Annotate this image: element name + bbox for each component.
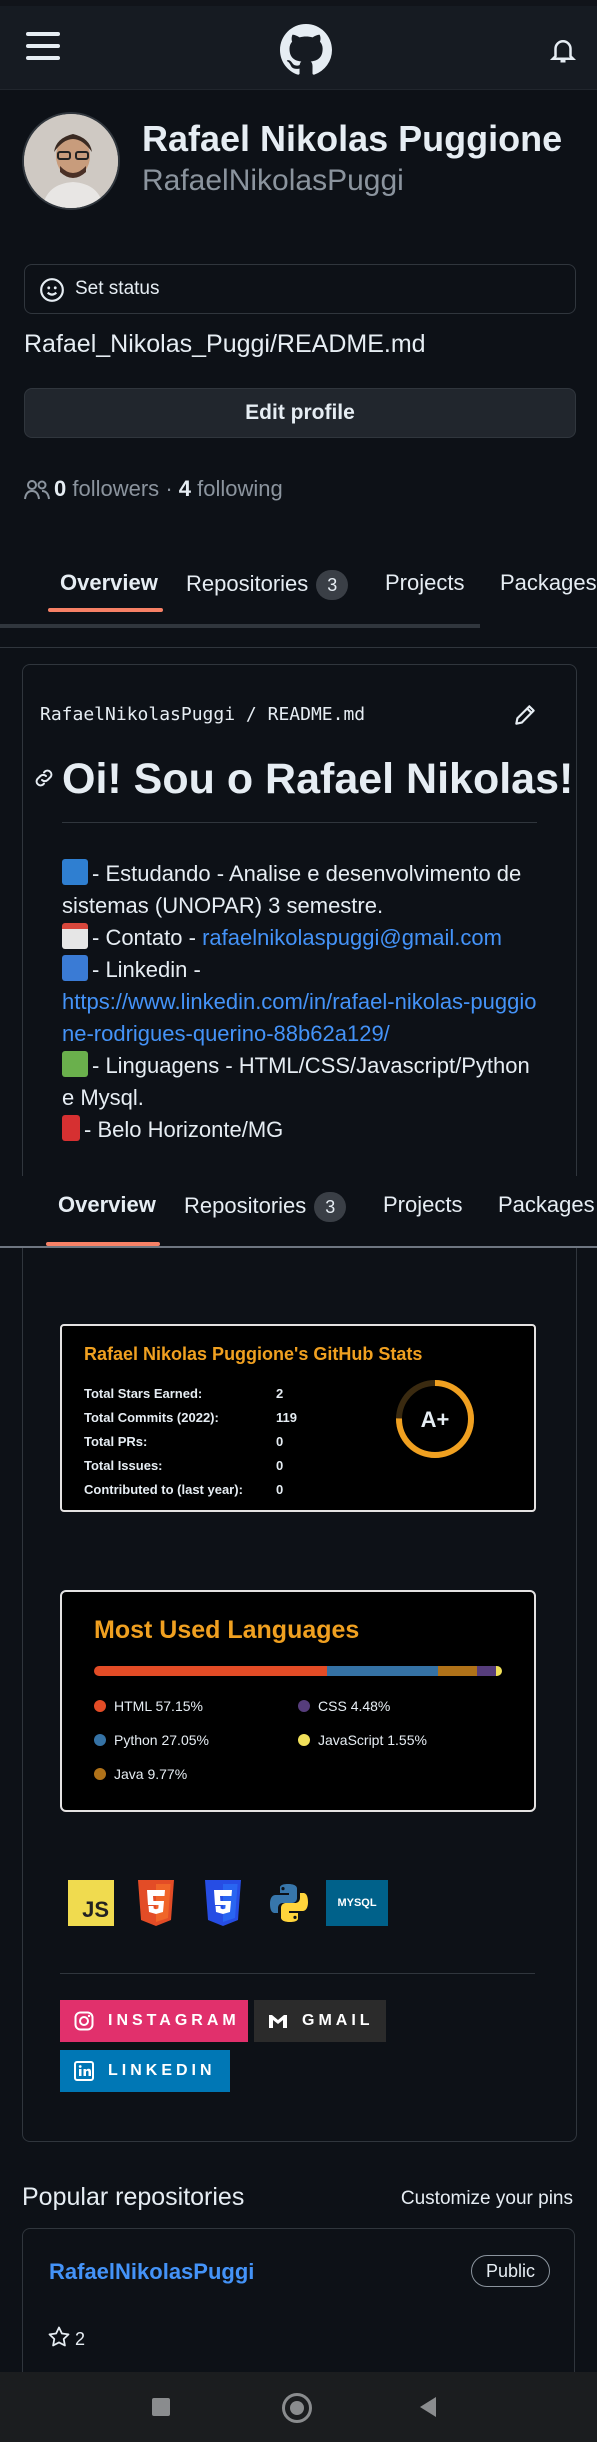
html5-badge-icon xyxy=(138,1880,174,1926)
pencil-icon[interactable] xyxy=(512,702,538,728)
tab-overview[interactable]: Overview xyxy=(60,570,158,596)
github-stats-card: Rafael Nikolas Puggione's GitHub Stats T… xyxy=(60,1324,536,1512)
section-divider xyxy=(60,1973,535,1974)
lang-legend-item: HTML 57.15% xyxy=(94,1698,203,1714)
gmail-icon xyxy=(269,2015,287,2028)
following-link[interactable]: following xyxy=(197,476,283,501)
set-status-button[interactable]: Set status xyxy=(24,264,576,314)
readme-path: Rafael_Nikolas_Puggi/README.md xyxy=(24,330,426,358)
stat-value: 0 xyxy=(276,1434,284,1449)
linkedin-badge[interactable]: LINKEDIN xyxy=(60,2050,230,2092)
lang-bar-html xyxy=(94,1666,328,1676)
mysql-badge-icon: MYSQL xyxy=(326,1880,388,1926)
smiley-icon xyxy=(40,278,64,302)
linkedin-url-link[interactable]: https://www.linkedin.com/in/rafael-nikol… xyxy=(62,989,536,1046)
hamburger-icon[interactable] xyxy=(26,32,60,62)
tab-overview-sticky[interactable]: Overview xyxy=(58,1192,156,1218)
most-used-languages-card: Most Used Languages HTML 57.15% Python 2… xyxy=(60,1590,536,1812)
profile-tabs: Overview Repositories 3 Projects Packages xyxy=(0,548,597,648)
stats-title: Rafael Nikolas Puggione's GitHub Stats xyxy=(84,1344,423,1364)
android-navigation-bar xyxy=(0,2372,597,2442)
set-status-label: Set status xyxy=(75,278,160,299)
red-flag-icon xyxy=(62,1115,80,1141)
readme-heading: Oi! Sou o Rafael Nikolas! xyxy=(62,755,574,803)
lang-bar-python xyxy=(327,1666,438,1676)
active-tab-indicator xyxy=(48,608,163,612)
tab-repositories-sticky[interactable]: Repositories 3 xyxy=(184,1192,347,1222)
tab-packages[interactable]: Packages xyxy=(500,570,597,596)
email-link[interactable]: rafaelnikolaspuggi@gmail.com xyxy=(202,925,502,950)
visibility-badge: Public xyxy=(470,2255,550,2287)
lang-bar-java xyxy=(437,1666,478,1676)
technologist-icon xyxy=(62,1051,88,1077)
popular-repositories-title: Popular repositories xyxy=(22,2183,245,2211)
star-icon xyxy=(48,2326,70,2347)
languages-title: Most Used Languages xyxy=(94,1616,360,1644)
profile-full-name: Rafael Nikolas Puggione xyxy=(142,118,563,159)
followers-link[interactable]: followers xyxy=(72,476,159,501)
instagram-badge[interactable]: INSTAGRAM xyxy=(60,2000,248,2042)
home-button[interactable] xyxy=(282,2393,312,2423)
python-badge-icon xyxy=(270,1884,308,1922)
people-icon xyxy=(24,480,50,500)
lang-bar-javascript xyxy=(495,1666,502,1676)
stat-label: Total Stars Earned: xyxy=(84,1386,203,1401)
lang-legend-item: JavaScript 1.55% xyxy=(298,1732,427,1748)
followers-count[interactable]: 0 xyxy=(54,476,66,501)
languages-bar xyxy=(94,1666,502,1676)
tab-packages-sticky[interactable]: Packages xyxy=(498,1192,595,1218)
envelope-icon xyxy=(62,923,88,949)
tab-projects-sticky[interactable]: Projects xyxy=(383,1192,462,1218)
book-icon xyxy=(62,859,88,885)
stat-value: 2 xyxy=(276,1386,284,1401)
gmail-badge[interactable]: GMAIL xyxy=(254,2000,386,2042)
css3-badge-icon xyxy=(205,1880,241,1926)
tab-projects[interactable]: Projects xyxy=(385,570,464,596)
back-button[interactable] xyxy=(420,2397,436,2417)
repo-stars: 2 xyxy=(47,2325,85,2350)
heading-divider xyxy=(62,822,537,823)
lang-legend-item: CSS 4.48% xyxy=(298,1698,390,1714)
following-count[interactable]: 4 xyxy=(179,476,191,501)
link-icon[interactable] xyxy=(32,766,56,790)
bell-icon[interactable] xyxy=(548,34,578,66)
profile-username: RafaelNikolasPuggi xyxy=(142,164,404,197)
stat-label: Contributed to (last year): xyxy=(84,1482,243,1497)
link-emoji-icon xyxy=(62,955,88,981)
linkedin-icon xyxy=(74,2061,94,2081)
profile-tabs-sticky: Overview Repositories 3 Projects Packages xyxy=(0,1176,597,1248)
customize-pins-link[interactable]: Customize your pins xyxy=(401,2188,573,2210)
top-app-bar xyxy=(0,6,597,90)
avatar[interactable] xyxy=(22,112,120,210)
stat-value: 0 xyxy=(276,1458,284,1473)
tab-scrollbar xyxy=(0,624,480,628)
repositories-count-badge: 3 xyxy=(316,570,349,600)
repo-name-link[interactable]: RafaelNikolasPuggi xyxy=(49,2259,254,2285)
readme-header: RafaelNikolasPuggi / README.md xyxy=(40,704,366,725)
lang-legend-item: Python 27.05% xyxy=(94,1732,209,1748)
stat-label: Total PRs: xyxy=(84,1434,148,1449)
lang-legend-item: Java 9.77% xyxy=(94,1766,187,1782)
stat-label: Total Commits (2022): xyxy=(84,1410,219,1425)
stat-value: 0 xyxy=(276,1482,284,1497)
github-logo-icon[interactable] xyxy=(280,24,332,76)
instagram-icon xyxy=(74,2011,94,2031)
repositories-count-badge: 3 xyxy=(314,1192,347,1222)
readme-body: - Estudando - Analise e desenvolvimento … xyxy=(62,859,537,1142)
stat-label: Total Issues: xyxy=(84,1458,163,1473)
recents-button[interactable] xyxy=(152,2398,170,2416)
lang-bar-css xyxy=(477,1666,496,1676)
edit-profile-button[interactable]: Edit profile xyxy=(24,388,576,438)
rank-grade: A+ xyxy=(421,1407,450,1432)
rank-grade-ring: A+ xyxy=(396,1380,474,1458)
tab-repositories[interactable]: Repositories 3 xyxy=(186,570,349,600)
stat-value: 119 xyxy=(276,1410,297,1425)
follow-stats: 0 followers · 4 following xyxy=(24,476,283,502)
javascript-badge-icon: JS xyxy=(68,1880,114,1926)
